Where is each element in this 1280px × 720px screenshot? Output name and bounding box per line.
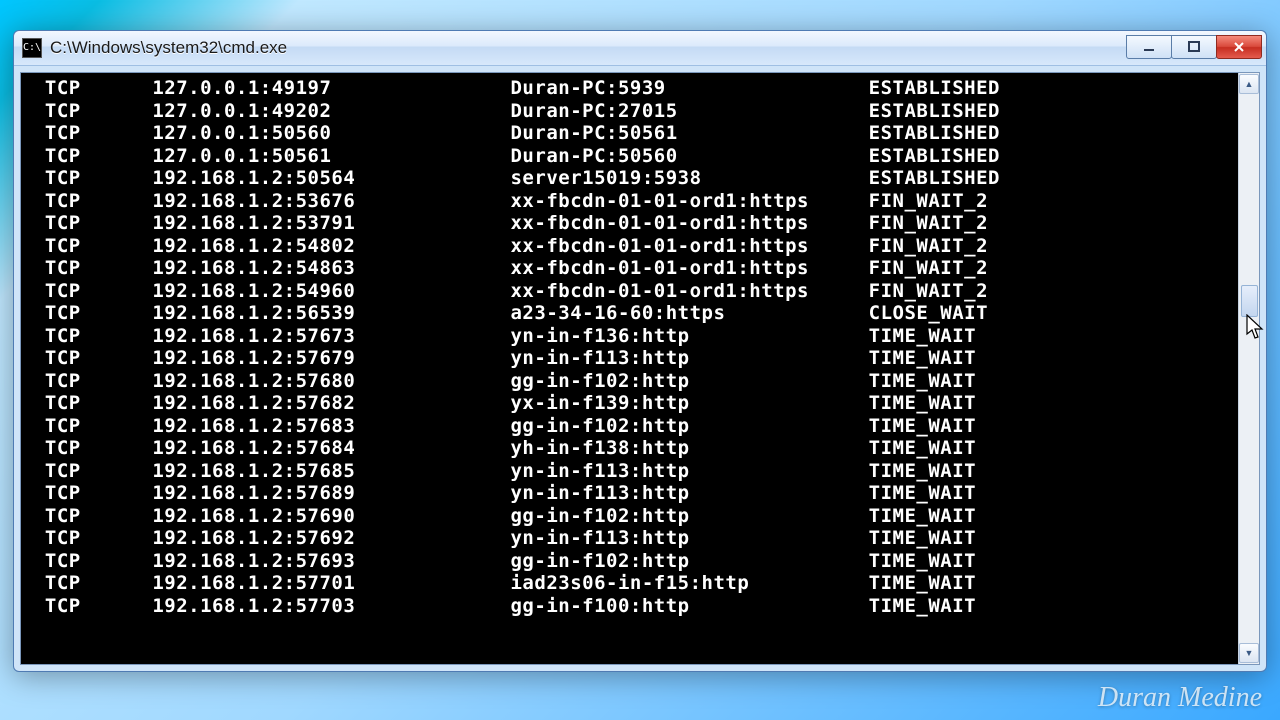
scroll-thumb[interactable] bbox=[1241, 285, 1258, 317]
window-controls bbox=[1127, 35, 1262, 59]
scroll-up-button[interactable]: ▲ bbox=[1239, 74, 1259, 94]
vertical-scrollbar[interactable]: ▲ ▼ bbox=[1238, 73, 1259, 664]
cmd-icon: C:\ bbox=[22, 38, 42, 58]
watermark-text: Duran Medine bbox=[1098, 682, 1262, 714]
cmd-window: C:\ C:\Windows\system32\cmd.exe TCP 127.… bbox=[13, 30, 1267, 672]
window-title: C:\Windows\system32\cmd.exe bbox=[50, 38, 1127, 58]
scroll-track[interactable] bbox=[1239, 95, 1259, 642]
minimize-button[interactable] bbox=[1126, 35, 1172, 59]
titlebar[interactable]: C:\ C:\Windows\system32\cmd.exe bbox=[14, 31, 1266, 66]
maximize-button[interactable] bbox=[1171, 35, 1217, 59]
console-area: TCP 127.0.0.1:49197 Duran-PC:5939 ESTABL… bbox=[20, 72, 1260, 665]
console-output[interactable]: TCP 127.0.0.1:49197 Duran-PC:5939 ESTABL… bbox=[21, 73, 1238, 664]
close-button[interactable] bbox=[1216, 35, 1262, 59]
scroll-down-button[interactable]: ▼ bbox=[1239, 643, 1259, 663]
